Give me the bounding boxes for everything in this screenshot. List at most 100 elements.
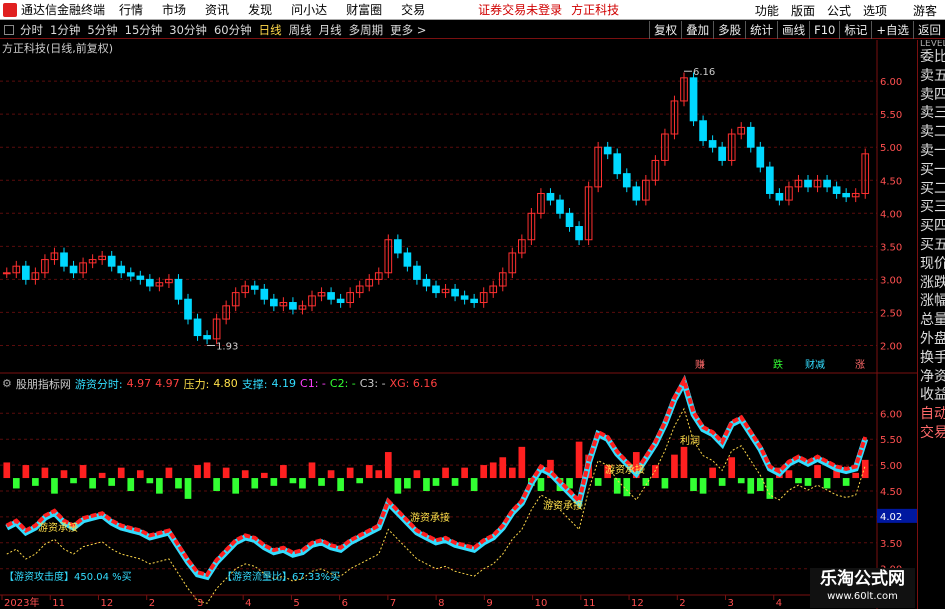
pressure-label: 压力: xyxy=(183,377,210,391)
candle-body xyxy=(289,302,297,310)
histogram-bar xyxy=(423,478,430,492)
sidebar-item-1[interactable]: 卖五 xyxy=(918,67,945,86)
tool-overlay[interactable]: 叠加 xyxy=(681,21,713,39)
tool-draw[interactable]: 画线 xyxy=(777,21,809,39)
period-5min[interactable]: 5分钟 xyxy=(87,22,117,38)
sidebar-item-4[interactable]: 卖二 xyxy=(918,123,945,142)
app-title: 通达信金融终端 xyxy=(21,3,106,17)
stock-name-title: 方正科技 xyxy=(571,3,620,17)
window-icon[interactable] xyxy=(4,24,14,35)
histogram-bar xyxy=(613,478,621,494)
period-weekly[interactable]: 周线 xyxy=(289,22,312,38)
menu-function[interactable]: 功能 xyxy=(755,2,779,19)
tag-label-4: 游资承接 xyxy=(605,463,645,476)
candle-body xyxy=(69,265,78,274)
histogram-bar xyxy=(814,465,821,479)
sidebar-item-16[interactable]: 换手 xyxy=(918,349,945,368)
period-1min[interactable]: 1分钟 xyxy=(50,22,80,38)
menu-item-news[interactable]: 资讯 xyxy=(205,1,229,18)
candle-body xyxy=(136,275,145,280)
x-tick-label: 12 xyxy=(631,598,644,609)
sidebar-item-18[interactable]: 收益 xyxy=(918,386,945,405)
login-notice[interactable]: 证券交易未登录 xyxy=(478,1,562,18)
x-tick-label: 4 xyxy=(776,598,782,609)
histogram-bar xyxy=(652,465,659,479)
period-monthly[interactable]: 月线 xyxy=(319,22,342,38)
menu-item-hq[interactable]: 行情 xyxy=(119,1,143,18)
histogram-bar xyxy=(3,462,11,479)
watermark: 乐淘公式网 www.60lt.com xyxy=(810,568,915,608)
menu-item-discover[interactable]: 发现 xyxy=(248,1,272,18)
sidebar-item-0[interactable]: 委比 xyxy=(918,48,945,67)
low-label: 1.93 xyxy=(216,341,238,352)
menu-options[interactable]: 选项 xyxy=(863,2,887,19)
period-multi[interactable]: 多周期 xyxy=(349,22,384,38)
histogram-bar xyxy=(690,478,697,492)
tool-multi[interactable]: 多股 xyxy=(713,21,745,39)
candle-body xyxy=(327,292,335,300)
period-more[interactable]: 更多 > xyxy=(390,22,426,38)
candle-body xyxy=(394,239,402,254)
menu-item-wealth[interactable]: 财富圈 xyxy=(346,1,382,18)
period-intraday[interactable]: 分时 xyxy=(20,22,43,38)
tool-stats[interactable]: 统计 xyxy=(745,21,777,39)
sidebar-item-14[interactable]: 总量 xyxy=(918,311,945,330)
histogram-bar xyxy=(499,457,507,479)
period-daily[interactable]: 日线 xyxy=(259,22,282,38)
kline-chart[interactable]: 2.00 2.50 3.00 3.50 4.00 4.50 5.00 5.50 6.00 6.1… xyxy=(0,40,917,609)
y-tick-label: 5.50 xyxy=(880,110,902,121)
menu-item-trade[interactable]: 交易 xyxy=(401,1,425,18)
indicator-gear-icon[interactable]: ⚙ xyxy=(2,377,12,390)
menu-formula[interactable]: 公式 xyxy=(827,2,851,19)
y-tick-label: 2.50 xyxy=(880,308,902,319)
c3-value: C3: - xyxy=(359,377,386,390)
sidebar-item-13[interactable]: 涨幅 xyxy=(918,292,945,311)
menu-item-ask[interactable]: 问小达 xyxy=(291,1,327,18)
sidebar-item-8[interactable]: 买三 xyxy=(918,198,945,217)
sidebar-item-12[interactable]: 涨跌 xyxy=(918,274,945,293)
tool-back[interactable]: 返回 xyxy=(913,21,945,39)
bottom-label-2: 【游资流量比】67.33%买 xyxy=(222,570,340,583)
sidebar-item-11[interactable]: 现价 xyxy=(918,255,945,274)
histogram-bar xyxy=(251,478,259,489)
sidebar-item-10[interactable]: 买五 xyxy=(918,236,945,255)
sidebar-item-20[interactable]: 交易 xyxy=(918,424,945,443)
histogram-bar xyxy=(280,465,287,479)
tool-adjust[interactable]: 复权 xyxy=(649,21,681,39)
tool-mark[interactable]: 标记 xyxy=(839,21,871,39)
histogram-bar xyxy=(51,478,58,494)
histogram-bar xyxy=(346,467,354,479)
histogram-bar xyxy=(108,478,116,486)
period-15min[interactable]: 15分钟 xyxy=(125,22,163,38)
sidebar-item-17[interactable]: 净资 xyxy=(918,368,945,387)
candle-body xyxy=(184,298,192,320)
sidebar-item-9[interactable]: 买四 xyxy=(918,217,945,236)
period-30min[interactable]: 30分钟 xyxy=(169,22,207,38)
sidebar-item-19[interactable]: 自动 xyxy=(918,405,945,424)
histogram-bar xyxy=(222,467,230,479)
candle-body xyxy=(746,126,755,148)
tool-f10[interactable]: F10 xyxy=(809,21,839,39)
user-guest[interactable]: 游客 xyxy=(913,2,937,19)
menu-item-market[interactable]: 市场 xyxy=(162,1,186,18)
sidebar-item-15[interactable]: 外盘 xyxy=(918,330,945,349)
sidebar-item-2[interactable]: 卖四 xyxy=(918,86,945,105)
watermark-title: 乐淘公式网 xyxy=(820,569,905,589)
y-tick-label: 2.00 xyxy=(880,341,902,352)
candle-body xyxy=(842,192,850,198)
support-label: 支撑: xyxy=(241,377,268,391)
period-60min[interactable]: 60分钟 xyxy=(214,22,252,38)
menu-layout[interactable]: 版面 xyxy=(791,2,815,19)
menu-bar: 通达信金融终端 行情 市场 资讯 发现 问小达 财富圈 交易 证券交易未登录 方… xyxy=(0,0,945,20)
tool-add-favorite[interactable]: +自选 xyxy=(871,21,913,39)
sidebar-item-6[interactable]: 买一 xyxy=(918,161,945,180)
sidebar-item-5[interactable]: 卖一 xyxy=(918,142,945,161)
histogram-bar xyxy=(537,478,545,492)
sidebar-item-7[interactable]: 买二 xyxy=(918,180,945,199)
histogram-bar xyxy=(194,465,201,479)
histogram-bar xyxy=(508,467,516,479)
candle-body xyxy=(413,265,421,280)
histogram-bar xyxy=(165,467,173,479)
histogram-bar xyxy=(852,472,860,479)
sidebar-item-3[interactable]: 卖三 xyxy=(918,104,945,123)
